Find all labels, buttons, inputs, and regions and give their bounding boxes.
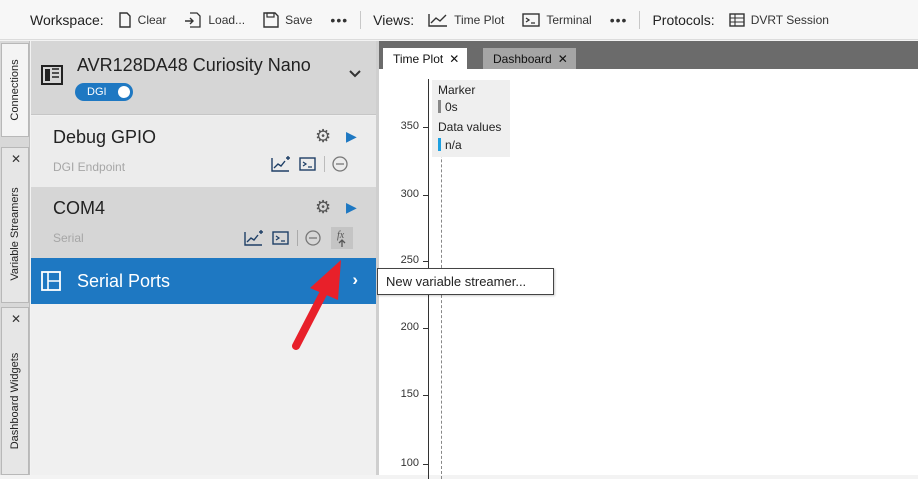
legend-marker-label: Marker [438,83,476,97]
workspace-more-button[interactable]: ••• [330,12,348,28]
load-label: Load... [208,12,246,27]
terminal-icon[interactable] [299,157,316,171]
protocols-label: Protocols: [652,11,715,28]
add-plot-icon[interactable] [244,230,264,246]
terminal-button[interactable]: Terminal [522,12,592,27]
remove-icon[interactable] [332,156,348,172]
device-title: AVR128DA48 Curiosity Nano [77,55,311,75]
tab-connections[interactable]: Connections [1,43,29,137]
document-tab-bar: Time Plot ✕ Dashboard ✕ [379,41,918,69]
red-arrow-icon [292,260,341,350]
legend-marker-value: 0s [445,100,458,114]
tab-dashboard[interactable]: Dashboard ✕ [483,48,576,69]
y-tick [423,195,429,196]
new-variable-streamer-button[interactable]: fx [331,227,353,249]
save-label: Save [285,12,313,27]
play-icon[interactable]: ▶ [346,199,357,216]
y-tick [423,127,429,128]
y-tick-label: 200 [400,321,419,333]
y-tick [423,395,429,396]
endpoint-com4[interactable]: COM4 Serial ⚙ ▶ fx [31,187,376,258]
endpoint-subtitle: DGI Endpoint [53,160,126,174]
y-tick-label: 250 [400,254,419,266]
y-tick [423,328,429,329]
endpoint-subtitle: Serial [53,231,84,245]
gear-icon[interactable]: ⚙ [315,126,331,147]
marker-swatch [438,100,441,113]
tab-time-plot-label: Time Plot [393,52,444,66]
tab-time-plot[interactable]: Time Plot ✕ [383,48,468,69]
clear-button[interactable]: Clear [118,11,167,28]
tab-variable-streamers-label: Variable Streamers [9,187,21,281]
time-plot-label: Time Plot [454,12,505,27]
time-plot-button[interactable]: Time Plot [428,13,504,27]
y-tick-label: 150 [400,388,419,400]
load-button[interactable]: Load... [184,11,246,28]
tooltip-new-variable-streamer: New variable streamer... [377,268,554,295]
serial-ports-icon [41,271,61,291]
endpoint-title: Debug GPIO [53,127,157,147]
endpoint-title: COM4 [53,198,106,218]
plot-legend: Marker 0s Data values n/a [432,80,510,157]
terminal-icon [522,12,541,27]
toolbar-divider [360,10,362,29]
y-tick-label: 100 [400,457,419,469]
terminal-label: Terminal [546,12,592,27]
endpoint-debug-gpio[interactable]: Debug GPIO DGI Endpoint ⚙ ▶ [31,116,376,187]
dgi-toggle-label: DGI [87,86,107,98]
side-tab-strip: Connections ✕ Variable Streamers ✕ Dashb… [0,41,30,475]
connections-panel: AVR128DA48 Curiosity Nano DGI Debug GPIO… [31,41,376,475]
legend-data-value: n/a [445,138,462,152]
time-plot-icon [428,13,448,27]
save-button[interactable]: Save [263,11,313,28]
svg-text:fx: fx [337,230,345,241]
tab-variable-streamers[interactable]: ✕ Variable Streamers [1,147,29,303]
legend-marker-row: 0s [438,100,458,114]
close-icon[interactable]: ✕ [2,152,30,166]
table-icon [728,12,745,27]
workspace-label: Workspace: [30,11,104,28]
close-icon[interactable]: ✕ [2,312,30,326]
legend-data-row: n/a [438,138,462,152]
divider [324,156,325,172]
divider [297,230,298,246]
y-tick [423,464,429,465]
views-more-button[interactable]: ••• [610,12,628,28]
endpoint-actions: fx [244,227,353,249]
y-tick [423,261,429,262]
clear-label: Clear [137,12,167,27]
endpoint-actions [271,156,348,172]
remove-icon[interactable] [305,230,321,246]
y-tick-label: 300 [400,188,419,200]
toolbar-divider [639,10,641,29]
load-icon [185,11,202,28]
chevron-down-icon[interactable] [348,69,362,79]
tab-dashboard-label: Dashboard [493,52,552,66]
chevron-right-icon[interactable]: › [352,270,358,290]
device-header[interactable]: AVR128DA48 Curiosity Nano DGI [31,41,376,115]
save-icon [263,11,279,28]
terminal-icon[interactable] [272,231,289,245]
add-plot-icon[interactable] [271,156,291,172]
board-icon [41,65,63,85]
play-icon[interactable]: ▶ [346,128,357,145]
dvrt-session-label: DVRT Session [750,12,829,27]
toolbar: Workspace: Clear Load... Save ••• Views:… [0,0,918,40]
serial-ports-title: Serial Ports [77,271,171,291]
y-tick-label: 350 [400,120,419,132]
dgi-toggle[interactable]: DGI [75,83,133,101]
views-label: Views: [373,11,415,28]
gear-icon[interactable]: ⚙ [315,197,331,218]
document-icon [118,11,131,28]
tab-dashboard-widgets-label: Dashboard Widgets [9,352,21,450]
toggle-knob [118,86,130,98]
close-icon[interactable]: ✕ [449,52,459,66]
close-icon[interactable]: ✕ [558,52,568,66]
legend-data-label: Data values [438,120,502,134]
data-swatch [438,138,441,151]
dvrt-session-button[interactable]: DVRT Session [728,12,829,27]
function-icon: fx [337,230,346,247]
tab-connections-label: Connections [9,59,21,121]
tab-dashboard-widgets[interactable]: ✕ Dashboard Widgets [1,307,29,475]
